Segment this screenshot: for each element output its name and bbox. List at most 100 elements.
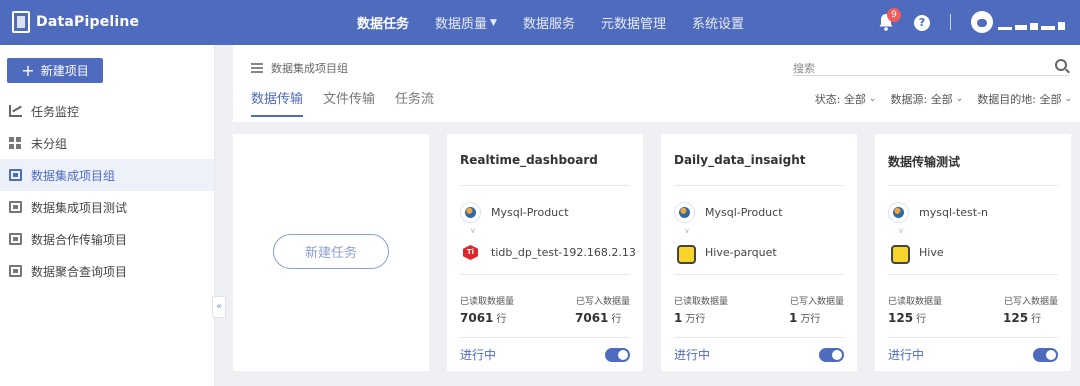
read-unit: 行	[916, 314, 927, 325]
write-value: 125 行	[1003, 310, 1041, 325]
task-toggle[interactable]	[605, 348, 630, 362]
source-filter[interactable]: 数据源: 全部 ⌄	[890, 91, 963, 107]
write-value: 1 万行	[789, 310, 820, 325]
write-count: 125	[1003, 311, 1029, 325]
sidebar-item-task-monitor[interactable]: 任务监控	[0, 95, 214, 127]
sidebar-item-integration-test[interactable]: 数据集成项目测试	[0, 191, 214, 223]
breadcrumb-label: 数据集成项目组	[271, 62, 348, 75]
sidebar-item-label: 数据集成项目测试	[31, 200, 128, 215]
nav-item-data-service[interactable]: 数据服务	[523, 13, 575, 32]
nav-item-metadata[interactable]: 元数据管理	[601, 13, 666, 32]
logo-text: DataPipeline	[36, 14, 140, 30]
destination-row: tidb_dp_test-192.168.2.13	[460, 242, 636, 263]
tab-bar: 数据传输 文件传输 任务流	[251, 88, 454, 117]
sidebar-item-cooperation-transfer[interactable]: 数据合作传输项目	[0, 223, 214, 255]
nav-item-label: 数据任务	[357, 17, 410, 32]
username-redacted[interactable]	[998, 18, 1065, 30]
tab-task-flow[interactable]: 任务流	[395, 88, 434, 117]
redacted-block	[1058, 22, 1065, 30]
source-name: Mysql-Product	[705, 206, 783, 219]
write-label: 已写入数据量	[1003, 297, 1058, 307]
task-toggle[interactable]	[819, 348, 844, 362]
task-toggle[interactable]	[1033, 348, 1058, 362]
app-logo[interactable]: DataPipeline	[12, 11, 139, 33]
task-card[interactable]: 数据传输测试 mysql-test-n ∨ Hive 已读取数据量 已写入数据量…	[875, 134, 1071, 371]
task-title[interactable]: Daily_data_insaight	[674, 153, 806, 167]
read-value: 1 万行	[674, 310, 705, 325]
mysql-icon	[460, 202, 481, 223]
search-icon[interactable]	[1055, 59, 1067, 71]
filter-value: 全部	[930, 93, 953, 106]
mysql-icon	[888, 202, 909, 223]
filter-value: 全部	[1039, 93, 1062, 106]
nav-item-label: 数据质量	[435, 17, 488, 32]
nav-item-label: 元数据管理	[600, 17, 666, 32]
help-icon[interactable]: ?	[914, 15, 930, 31]
sidebar: + 新建项目 任务监控 未分组 数据集成项目组 数据集成项目测试 数据合作传输项…	[0, 45, 215, 386]
read-value: 7061 行	[460, 310, 506, 325]
chevron-down-icon: ∨	[684, 226, 690, 235]
divider	[460, 185, 630, 186]
sidebar-item-label: 任务监控	[31, 104, 80, 119]
write-count: 1	[789, 311, 798, 325]
task-title[interactable]: Realtime_dashboard	[460, 153, 598, 167]
chevron-down-icon: ∨	[470, 226, 476, 235]
avatar[interactable]	[971, 11, 993, 33]
write-unit: 万行	[800, 314, 821, 325]
destination-name: Hive	[919, 246, 944, 259]
status-label: 进行中	[460, 348, 497, 362]
folder-icon	[9, 233, 22, 245]
hive-icon	[888, 242, 910, 264]
new-project-button[interactable]: + 新建项目	[7, 58, 103, 83]
chart-icon	[9, 105, 22, 117]
redacted-block	[1015, 25, 1027, 30]
tab-file-transfer[interactable]: 文件传输	[323, 88, 375, 117]
chevron-down-icon: ⌄	[1064, 94, 1072, 104]
collapse-sidebar-button[interactable]: «	[212, 296, 226, 318]
tab-data-transfer[interactable]: 数据传输	[251, 88, 304, 117]
folder-icon	[9, 169, 22, 181]
source-row: Mysql-Product	[460, 202, 569, 223]
sidebar-item-aggregation-query[interactable]: 数据聚合查询项目	[0, 255, 214, 287]
filter-bar: 状态: 全部 ⌄ 数据源: 全部 ⌄ 数据目的地: 全部 ⌄	[801, 91, 1072, 107]
top-nav-bar: DataPipeline 数据任务 数据质量 ▼ 数据服务 元数据管理 系统设置 …	[0, 0, 1080, 45]
status-filter[interactable]: 状态: 全部 ⌄	[815, 91, 877, 107]
divider	[674, 337, 844, 338]
read-count: 125	[888, 311, 914, 325]
divider	[888, 185, 1058, 186]
redacted-block	[998, 27, 1012, 30]
filter-label: 数据目的地:	[977, 93, 1036, 106]
destination-filter[interactable]: 数据目的地: 全部 ⌄	[977, 91, 1072, 107]
project-list: 任务监控 未分组 数据集成项目组 数据集成项目测试 数据合作传输项目 数据聚合查…	[0, 95, 214, 287]
sidebar-item-label: 数据合作传输项目	[31, 232, 128, 247]
read-count: 7061	[460, 311, 494, 325]
source-name: mysql-test-n	[919, 206, 989, 219]
redacted-block	[1041, 26, 1055, 30]
search-input[interactable]: 搜索	[793, 58, 1069, 76]
nav-item-data-tasks[interactable]: 数据任务	[357, 13, 409, 32]
divider	[888, 274, 1058, 275]
write-label: 已写入数据量	[789, 297, 844, 307]
chevron-down-icon: ∨	[898, 226, 904, 235]
task-card[interactable]: Daily_data_insaight Mysql-Product ∨ Hive…	[661, 134, 857, 371]
plus-icon: +	[21, 60, 35, 80]
sidebar-item-label: 数据聚合查询项目	[31, 264, 128, 279]
status-label: 进行中	[888, 348, 925, 362]
folder-icon	[9, 201, 22, 213]
write-value: 7061 行	[575, 310, 621, 325]
task-card[interactable]: Realtime_dashboard Mysql-Product ∨ tidb_…	[447, 134, 643, 371]
sidebar-item-integration-group[interactable]: 数据集成项目组	[0, 159, 214, 191]
new-task-button[interactable]: 新建任务	[273, 234, 389, 269]
task-title[interactable]: 数据传输测试	[888, 153, 960, 170]
new-task-card: 新建任务	[233, 134, 429, 371]
menu-icon[interactable]	[251, 63, 263, 73]
nav-item-settings[interactable]: 系统设置	[692, 13, 744, 32]
sidebar-item-ungrouped[interactable]: 未分组	[0, 127, 214, 159]
grid-icon	[9, 137, 22, 149]
source-row: Mysql-Product	[674, 202, 783, 223]
mysql-icon	[674, 202, 695, 223]
nav-item-data-quality[interactable]: 数据质量 ▼	[435, 13, 497, 32]
notification-badge: 9	[887, 8, 901, 22]
content-header: 数据集成项目组 数据传输 文件传输 任务流 搜索 状态: 全部 ⌄ 数据源: 全部…	[233, 45, 1080, 122]
divider	[674, 185, 844, 186]
